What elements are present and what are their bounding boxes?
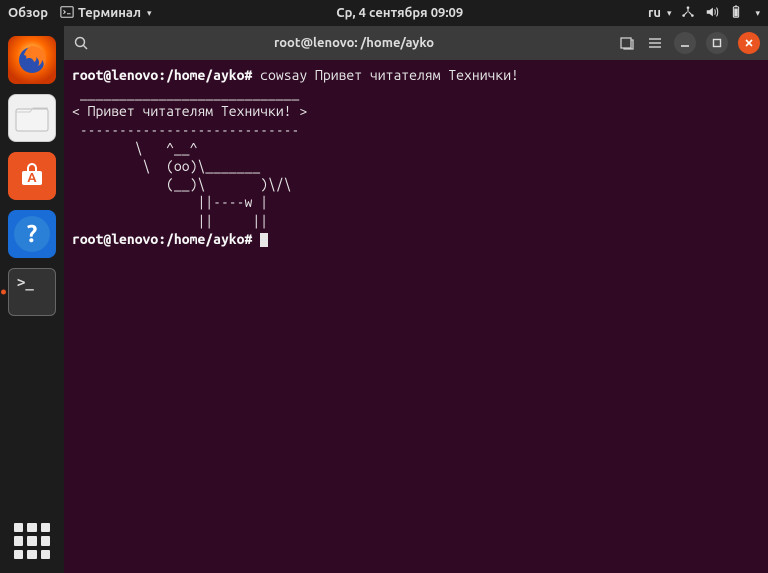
new-tab-button[interactable] xyxy=(618,34,636,52)
firefox-icon xyxy=(14,42,50,78)
cursor xyxy=(260,233,268,247)
folder-icon xyxy=(15,104,49,132)
svg-text:?: ? xyxy=(27,220,38,247)
keyboard-layout-indicator[interactable]: ru ▾ xyxy=(648,6,671,20)
dock-item-help[interactable]: ? xyxy=(8,210,56,258)
help-icon: ? xyxy=(12,214,52,254)
dock: A ? >_ xyxy=(0,26,64,573)
prompt: root@lenovo:/home/ayko# xyxy=(72,67,252,83)
command-text: cowsay Привет читателям Технички! xyxy=(260,67,519,83)
activities-label: Обзор xyxy=(8,6,48,20)
search-button[interactable] xyxy=(72,34,90,52)
terminal-glyph: >_ xyxy=(17,275,34,291)
prompt: root@lenovo:/home/ayko# xyxy=(72,231,252,247)
maximize-button[interactable] xyxy=(706,32,728,54)
dock-item-files[interactable] xyxy=(8,94,56,142)
dock-item-software[interactable]: A xyxy=(8,152,56,200)
workspace: A ? >_ root@lenovo: /home/ayko xyxy=(0,26,768,573)
dock-item-firefox[interactable] xyxy=(8,36,56,84)
volume-icon[interactable] xyxy=(705,5,719,22)
clock-label: Ср, 4 сентября 09:09 xyxy=(336,6,463,20)
chevron-down-icon: ▾ xyxy=(667,8,672,19)
keyboard-layout-label: ru xyxy=(648,6,661,20)
app-menu[interactable]: Терминал ▾ xyxy=(60,5,152,22)
close-button[interactable] xyxy=(738,32,760,54)
network-icon[interactable] xyxy=(681,5,695,22)
minimize-button[interactable] xyxy=(674,32,696,54)
show-applications-button[interactable] xyxy=(14,523,50,559)
battery-icon[interactable] xyxy=(729,5,743,22)
terminal-content[interactable]: root@lenovo:/home/ayko# cowsay Привет чи… xyxy=(64,60,768,573)
svg-text:A: A xyxy=(27,171,37,185)
software-icon: A xyxy=(17,161,47,191)
terminal-icon xyxy=(60,5,74,22)
window-title: root@lenovo: /home/ayko xyxy=(90,36,618,50)
hamburger-menu-button[interactable] xyxy=(646,34,664,52)
window-titlebar: root@lenovo: /home/ayko xyxy=(64,26,768,60)
dock-item-terminal[interactable]: >_ xyxy=(8,268,56,316)
activities-button[interactable]: Обзор xyxy=(8,6,48,20)
terminal-window: root@lenovo: /home/ayko root@le xyxy=(64,26,768,573)
chevron-down-icon[interactable]: ▾ xyxy=(755,8,760,19)
app-menu-label: Терминал xyxy=(78,6,141,20)
clock[interactable]: Ср, 4 сентября 09:09 xyxy=(152,6,648,20)
gnome-top-panel: Обзор Терминал ▾ Ср, 4 сентября 09:09 ru… xyxy=(0,0,768,26)
command-output: ____________________________ < Привет чи… xyxy=(72,85,307,228)
